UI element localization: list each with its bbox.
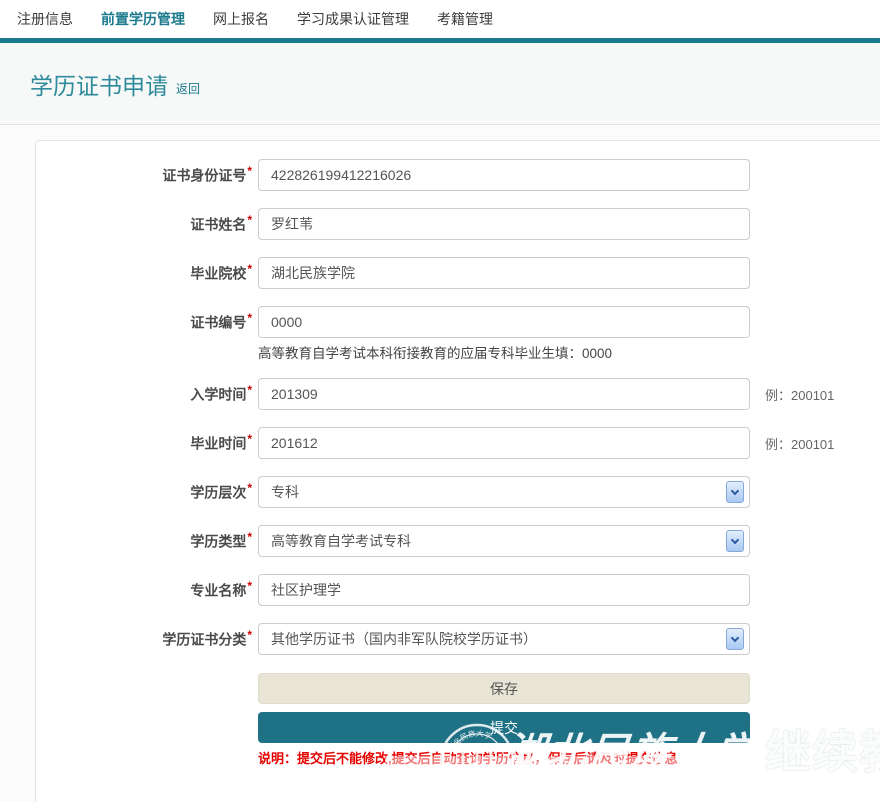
- education-type-select[interactable]: 高等教育自学考试专科: [258, 525, 750, 557]
- graduation-date-hint: 例：200101: [765, 434, 834, 453]
- form-row: 学历类型* 高等教育自学考试专科: [36, 525, 880, 557]
- field-label: 学历证书分类*: [36, 628, 252, 650]
- field-label: 专业名称*: [36, 579, 252, 601]
- field-label: 学历类型*: [36, 530, 252, 552]
- field-label: 毕业院校*: [36, 262, 252, 284]
- nav-item-prior-education-management[interactable]: 前置学历管理: [101, 9, 185, 29]
- field-label: 证书身份证号*: [36, 164, 252, 186]
- certificate-id-number-input[interactable]: [258, 159, 750, 191]
- page-title: 学历证书申请: [30, 67, 168, 101]
- application-form-panel: 证书身份证号* 证书姓名* 毕业院校* 证书编号* 高等教育自学考试本科衔接教育…: [35, 140, 880, 802]
- required-asterisk: *: [247, 262, 252, 276]
- chevron-down-icon[interactable]: [726, 628, 744, 650]
- form-row: 毕业时间* 例：200101: [36, 427, 880, 459]
- nav-item-learning-achievement-certification[interactable]: 学习成果认证管理: [297, 9, 409, 29]
- form-row: 学历层次* 专科: [36, 476, 880, 508]
- nav-item-exam-status-management[interactable]: 考籍管理: [437, 9, 493, 29]
- field-label: 证书姓名*: [36, 213, 252, 235]
- nav-item-online-registration[interactable]: 网上报名: [213, 9, 269, 29]
- required-asterisk: *: [247, 311, 252, 325]
- required-asterisk: *: [247, 579, 252, 593]
- form-row: 入学时间* 例：200101: [36, 378, 880, 410]
- submission-warning-note: 说明：提交后不能修改,提交后自动查询学历信息，保存后请及时提交信息: [258, 748, 880, 767]
- major-name-input[interactable]: [258, 574, 750, 606]
- form-row: 专业名称*: [36, 574, 880, 606]
- form-row: 证书身份证号*: [36, 159, 880, 191]
- required-asterisk: *: [247, 530, 252, 544]
- form-row: 学历证书分类* 其他学历证书（国内非军队院校学历证书）: [36, 623, 880, 655]
- select-value: 其他学历证书（国内非军队院校学历证书）: [271, 629, 537, 649]
- submit-button[interactable]: 提交: [258, 712, 750, 743]
- select-value: 高等教育自学考试专科: [271, 531, 411, 551]
- field-label: 毕业时间*: [36, 432, 252, 454]
- form-row: 证书姓名*: [36, 208, 880, 240]
- field-label: 入学时间*: [36, 383, 252, 405]
- enrollment-date-hint: 例：200101: [765, 385, 834, 404]
- required-asterisk: *: [247, 164, 252, 178]
- certificate-number-note: 高等教育自学考试本科衔接教育的应届专科毕业生填：0000: [36, 338, 880, 378]
- save-button[interactable]: 保存: [258, 673, 750, 704]
- required-asterisk: *: [247, 383, 252, 397]
- nav-item-registration-info[interactable]: 注册信息: [17, 9, 73, 29]
- form-row: 证书编号*: [36, 306, 880, 338]
- certificate-number-input[interactable]: [258, 306, 750, 338]
- required-asterisk: *: [247, 432, 252, 446]
- page: 注册信息 前置学历管理 网上报名 学习成果认证管理 考籍管理 学历证书申请 返回…: [0, 0, 880, 802]
- graduation-date-input[interactable]: [258, 427, 750, 459]
- required-asterisk: *: [247, 628, 252, 642]
- select-value: 专科: [271, 482, 299, 502]
- chevron-down-icon[interactable]: [726, 530, 744, 552]
- enrollment-date-input[interactable]: [258, 378, 750, 410]
- form-row: 毕业院校*: [36, 257, 880, 289]
- field-label: 学历层次*: [36, 481, 252, 503]
- certificate-name-input[interactable]: [258, 208, 750, 240]
- page-header: 学历证书申请 返回: [0, 43, 880, 125]
- required-asterisk: *: [247, 213, 252, 227]
- back-link[interactable]: 返回: [176, 80, 200, 97]
- field-label: 证书编号*: [36, 311, 252, 333]
- certificate-category-select[interactable]: 其他学历证书（国内非军队院校学历证书）: [258, 623, 750, 655]
- required-asterisk: *: [247, 481, 252, 495]
- chevron-down-icon[interactable]: [726, 481, 744, 503]
- graduation-school-input[interactable]: [258, 257, 750, 289]
- top-nav: 注册信息 前置学历管理 网上报名 学习成果认证管理 考籍管理: [0, 0, 880, 38]
- education-level-select[interactable]: 专科: [258, 476, 750, 508]
